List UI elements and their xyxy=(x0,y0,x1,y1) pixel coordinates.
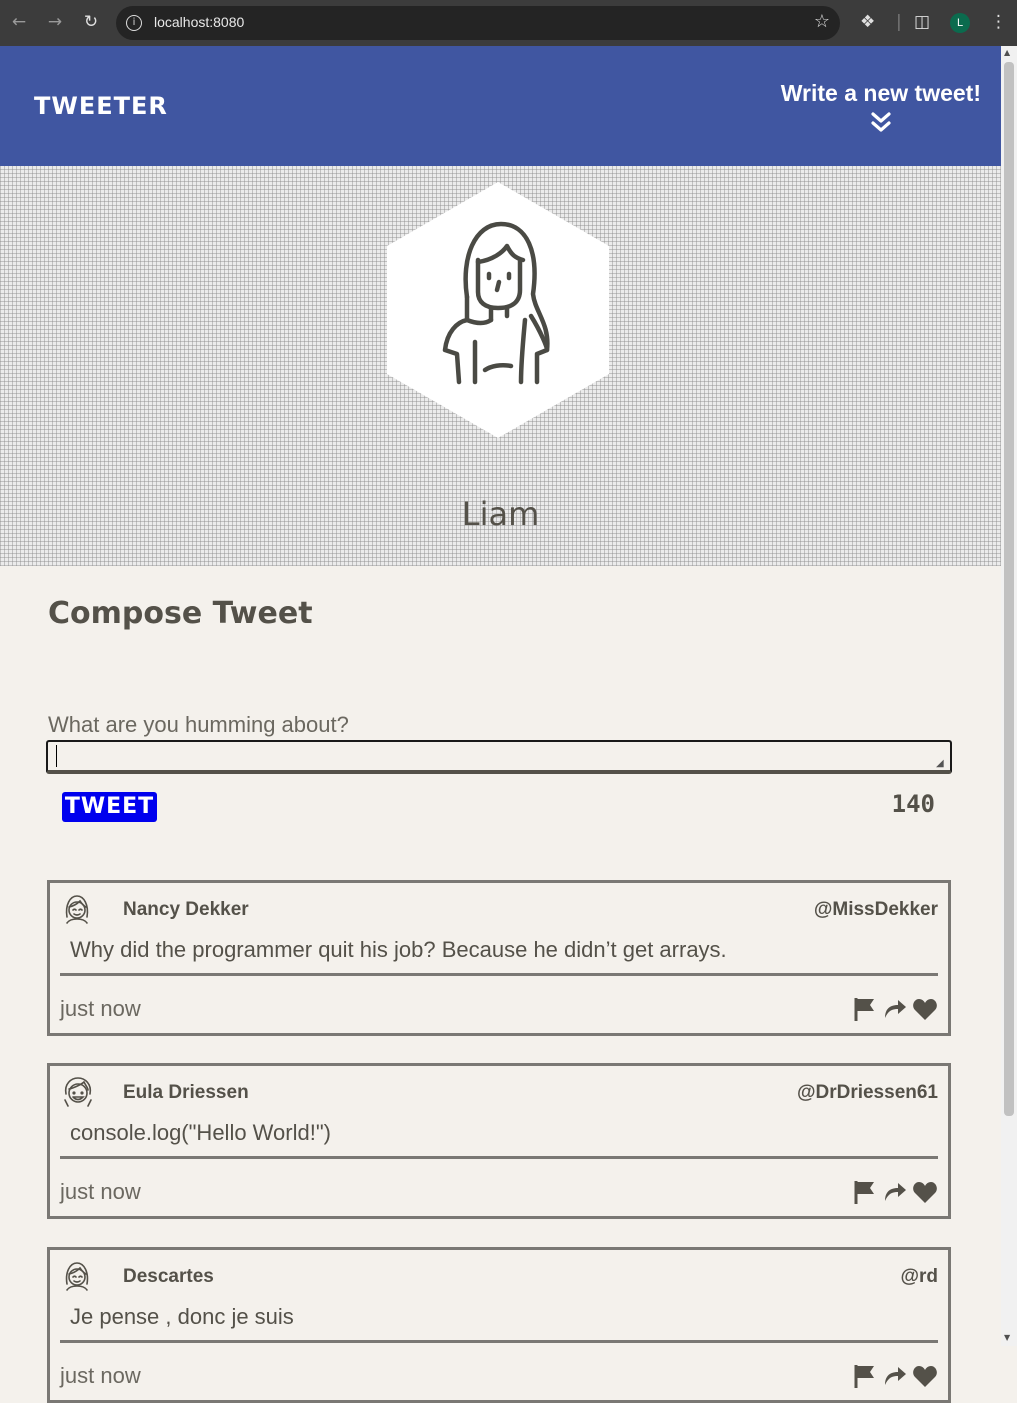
tweet-author-name[interactable]: Descartes xyxy=(123,1266,214,1288)
tweet-timestamp: just now xyxy=(60,1179,141,1204)
tweet-card: Eula Driessen @DrDriessen61 console.log(… xyxy=(47,1063,951,1219)
profile-banner: Liam xyxy=(0,166,1001,566)
tweet-author-avatar-icon xyxy=(65,895,89,924)
browser-toolbar: ← → ↻ i localhost:8080 ☆ ❖ | ◫ L ⋮ xyxy=(0,0,1017,46)
tweet-content: Why did the programmer quit his job? Bec… xyxy=(70,937,727,962)
tweet-divider xyxy=(60,1340,938,1343)
tweet-author-handle[interactable]: @rd xyxy=(900,1266,938,1288)
site-info-icon[interactable]: i xyxy=(126,15,142,31)
tweet-author-handle[interactable]: @DrDriessen61 xyxy=(797,1082,938,1104)
app-logo[interactable]: TWEETER xyxy=(34,92,168,120)
tweet-submit-button[interactable]: TWEET xyxy=(62,792,157,822)
bookmark-star-icon[interactable]: ☆ xyxy=(814,11,830,32)
tweet-divider xyxy=(60,973,938,976)
flag-icon[interactable] xyxy=(852,1179,878,1205)
tweet-actions xyxy=(852,1363,938,1389)
text-caret xyxy=(56,745,57,767)
write-new-tweet-label[interactable]: Write a new tweet! xyxy=(781,80,981,107)
tweet-card: Nancy Dekker @MissDekker Why did the pro… xyxy=(47,880,951,1036)
forward-arrow-icon[interactable]: → xyxy=(44,11,66,33)
profile-username: Liam xyxy=(461,495,540,533)
flag-icon[interactable] xyxy=(852,996,878,1022)
tweet-textarea-label: What are you humming about? xyxy=(48,712,349,737)
compose-title: Compose Tweet xyxy=(48,596,313,631)
double-chevron-down-icon[interactable] xyxy=(870,111,892,133)
tweet-author-avatar-icon xyxy=(64,1077,92,1107)
toolbar-divider: | xyxy=(896,12,902,32)
retweet-icon[interactable] xyxy=(882,1363,908,1389)
tweet-author-name[interactable]: Eula Driessen xyxy=(123,1082,249,1104)
tweet-divider xyxy=(60,1156,938,1159)
tweet-author-name[interactable]: Nancy Dekker xyxy=(123,899,249,921)
character-counter: 140 xyxy=(891,790,935,818)
retweet-icon[interactable] xyxy=(882,996,908,1022)
scroll-thumb[interactable] xyxy=(1004,62,1014,1116)
extensions-icon[interactable]: ❖ xyxy=(860,11,875,33)
heart-icon[interactable] xyxy=(912,1179,938,1205)
heart-icon[interactable] xyxy=(912,996,938,1022)
scroll-down-arrow-icon[interactable]: ▼ xyxy=(1004,1333,1010,1342)
tweet-author-handle[interactable]: @MissDekker xyxy=(814,899,938,921)
url-text[interactable]: localhost:8080 xyxy=(154,14,244,30)
retweet-icon[interactable] xyxy=(882,1179,908,1205)
tweet-timestamp: just now xyxy=(60,1363,141,1388)
side-panel-icon[interactable]: ◫ xyxy=(914,11,930,33)
reload-icon[interactable]: ↻ xyxy=(80,11,102,33)
scroll-up-arrow-icon[interactable]: ▲ xyxy=(1004,48,1010,57)
tweet-content: Je pense , donc je suis xyxy=(70,1304,294,1329)
heart-icon[interactable] xyxy=(912,1363,938,1389)
back-arrow-icon[interactable]: ← xyxy=(8,11,30,33)
flag-icon[interactable] xyxy=(852,1363,878,1389)
tweet-content: console.log("Hello World!") xyxy=(70,1120,331,1145)
tweet-author-avatar-icon xyxy=(65,1262,89,1291)
address-bar[interactable]: i localhost:8080 ☆ xyxy=(116,6,840,40)
more-menu-icon[interactable]: ⋮ xyxy=(990,11,1007,33)
tweet-actions xyxy=(852,1179,938,1205)
tweet-actions xyxy=(852,996,938,1022)
resize-handle-icon[interactable]: ◢ xyxy=(936,758,948,770)
top-nav: TWEETER Write a new tweet! xyxy=(0,46,1001,166)
profile-avatar-hexagon xyxy=(387,182,609,438)
write-new-tweet-link[interactable]: Write a new tweet! xyxy=(781,80,981,133)
profile-avatar[interactable]: L xyxy=(950,13,970,33)
tweet-textarea[interactable]: ◢ xyxy=(46,740,952,774)
page-scrollbar[interactable]: ▲ ▼ xyxy=(1001,46,1017,1346)
tweet-card: Descartes @rd Je pense , donc je suis ju… xyxy=(47,1247,951,1403)
tweet-timestamp: just now xyxy=(60,996,141,1021)
